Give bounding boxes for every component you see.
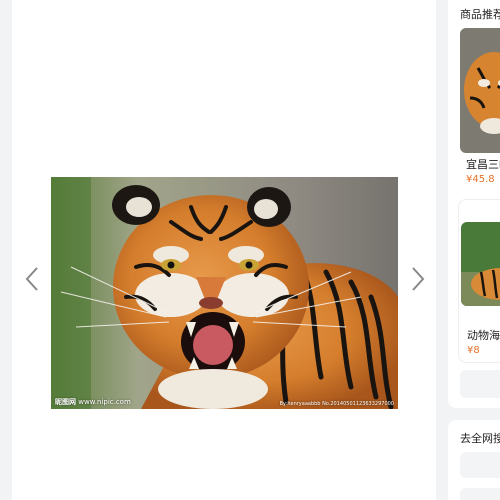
watermark-right: By:henryaaabbb No.20140501123633297000	[279, 401, 394, 407]
web-search-title: 去全网搜	[460, 432, 500, 445]
product-name: 宜昌三峡	[466, 158, 500, 171]
previous-image-button[interactable]	[22, 264, 42, 294]
watermark-url: www.nipic.com	[78, 398, 131, 406]
product-name: 动物海报	[467, 329, 500, 342]
watermark-left: 昵图网 www.nipic.com	[55, 397, 131, 407]
chevron-left-icon	[25, 267, 38, 291]
more-products-button[interactable]	[460, 370, 500, 398]
search-suggestion-chip[interactable]	[460, 452, 500, 478]
product-thumbnail	[461, 222, 500, 306]
product-card[interactable]: 动物海报 ¥8	[458, 199, 500, 363]
tiger-photo	[51, 177, 398, 409]
product-thumbnail	[460, 28, 500, 153]
chevron-right-icon	[412, 267, 425, 291]
watermark-brand: 昵图网	[55, 397, 76, 406]
image-viewer: 昵图网 www.nipic.com By:henryaaabbb No.2014…	[12, 0, 436, 500]
product-recommendations-panel: 商品推荐 宜昌三峡 ¥45.8	[448, 0, 500, 408]
product-price: ¥45.8	[466, 174, 495, 185]
product-card[interactable]: 宜昌三峡 ¥45.8	[458, 26, 500, 192]
next-image-button[interactable]	[408, 264, 428, 294]
product-price: ¥8	[467, 345, 480, 356]
recommendations-title: 商品推荐	[460, 8, 500, 21]
search-suggestion-chip[interactable]	[460, 488, 500, 500]
main-image[interactable]: 昵图网 www.nipic.com By:henryaaabbb No.2014…	[51, 177, 398, 409]
web-search-panel: 去全网搜	[448, 420, 500, 500]
